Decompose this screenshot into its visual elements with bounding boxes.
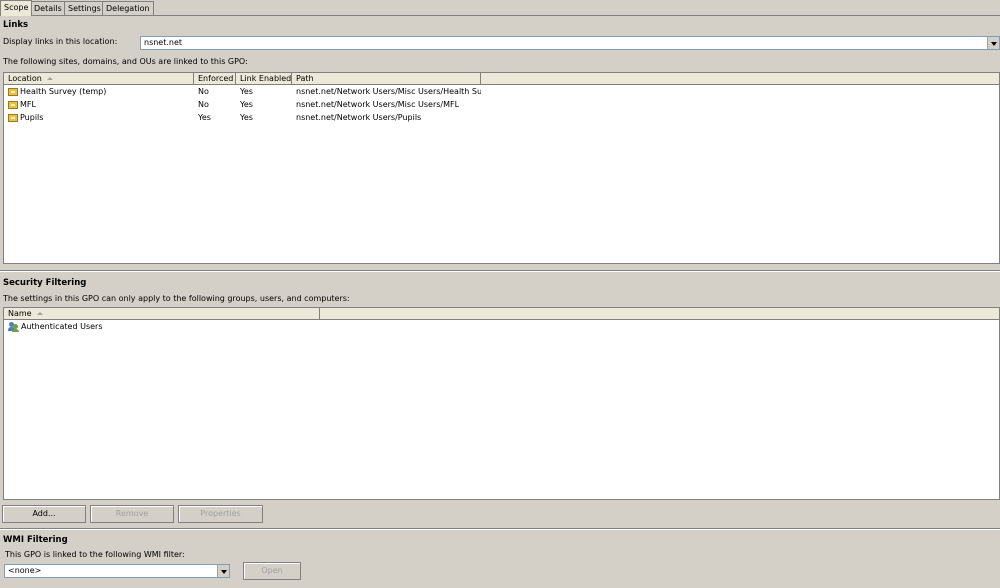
links-list[interactable]: Location Enforced Link Enabled Path Heal… bbox=[3, 72, 1000, 264]
cell-enforced: No bbox=[198, 100, 209, 109]
column-header-enforced[interactable]: Enforced bbox=[194, 73, 236, 85]
cell-enforced: Yes bbox=[198, 113, 211, 122]
table-row[interactable]: MFL No Yes nsnet.net/Network Users/Misc … bbox=[4, 99, 999, 112]
column-header-name[interactable]: Name bbox=[4, 308, 320, 320]
cell-enforced: No bbox=[198, 87, 209, 96]
splitter[interactable] bbox=[0, 270, 1000, 272]
add-button[interactable]: Add... bbox=[2, 505, 86, 523]
chevron-down-icon[interactable] bbox=[987, 37, 999, 49]
security-filtering-list[interactable]: Name Authenticated Users bbox=[3, 307, 1000, 500]
sort-ascending-icon bbox=[36, 312, 43, 315]
wmi-filter-value: <none> bbox=[8, 566, 42, 575]
user-group-icon bbox=[8, 322, 19, 332]
wmi-filter-dropdown[interactable]: <none> bbox=[4, 564, 230, 578]
tab-strip: Scope Details Settings Delegation bbox=[0, 0, 1000, 16]
cell-location: MFL bbox=[20, 100, 36, 109]
column-header-filler bbox=[320, 308, 999, 320]
sort-ascending-icon bbox=[46, 77, 53, 80]
location-dropdown-value: nsnet.net bbox=[144, 38, 183, 47]
tab-delegation[interactable]: Delegation bbox=[102, 1, 154, 15]
chevron-down-icon[interactable] bbox=[217, 565, 229, 577]
folder-ou-icon bbox=[8, 114, 18, 122]
table-row[interactable]: Authenticated Users bbox=[4, 321, 999, 334]
cell-path: nsnet.net/Network Users/Misc Users/Healt… bbox=[296, 87, 481, 96]
table-row[interactable]: Pupils Yes Yes nsnet.net/Network Users/P… bbox=[4, 112, 999, 125]
cell-path: nsnet.net/Network Users/Pupils bbox=[296, 113, 422, 122]
wmi-separator bbox=[0, 528, 1000, 530]
tab-details[interactable]: Details bbox=[30, 1, 66, 15]
cell-location: Health Survey (temp) bbox=[20, 87, 107, 96]
cell-name: Authenticated Users bbox=[21, 322, 103, 331]
column-header-name-label: Name bbox=[8, 309, 32, 318]
open-button[interactable]: Open bbox=[243, 562, 301, 580]
tab-divider bbox=[0, 15, 1000, 16]
wmi-filtering-description: This GPO is linked to the following WMI … bbox=[5, 550, 185, 559]
folder-ou-icon bbox=[8, 101, 18, 109]
cell-path: nsnet.net/Network Users/Misc Users/MFL bbox=[296, 100, 460, 109]
security-filtering-description: The settings in this GPO can only apply … bbox=[3, 294, 350, 303]
links-section-title: Links bbox=[3, 20, 29, 30]
location-label: Display links in this location: bbox=[3, 37, 118, 46]
wmi-filtering-title: WMI Filtering bbox=[3, 535, 68, 545]
column-header-path[interactable]: Path bbox=[292, 73, 481, 85]
security-filtering-title: Security Filtering bbox=[3, 278, 87, 288]
cell-link-enabled: Yes bbox=[240, 113, 253, 122]
properties-button[interactable]: Properties bbox=[178, 505, 263, 523]
tab-settings[interactable]: Settings bbox=[64, 1, 105, 15]
table-row[interactable]: Health Survey (temp) No Yes nsnet.net/Ne… bbox=[4, 86, 999, 99]
cell-location: Pupils bbox=[20, 113, 44, 122]
column-header-filler bbox=[481, 73, 999, 85]
tab-scope[interactable]: Scope bbox=[0, 0, 33, 16]
column-header-location[interactable]: Location bbox=[4, 73, 194, 85]
column-header-location-label: Location bbox=[8, 74, 42, 83]
cell-link-enabled: Yes bbox=[240, 87, 253, 96]
links-description: The following sites, domains, and OUs ar… bbox=[3, 57, 248, 66]
remove-button[interactable]: Remove bbox=[90, 505, 174, 523]
cell-link-enabled: Yes bbox=[240, 100, 253, 109]
folder-ou-icon bbox=[8, 88, 18, 96]
location-dropdown[interactable]: nsnet.net bbox=[140, 36, 1000, 50]
column-header-link-enabled[interactable]: Link Enabled bbox=[236, 73, 292, 85]
